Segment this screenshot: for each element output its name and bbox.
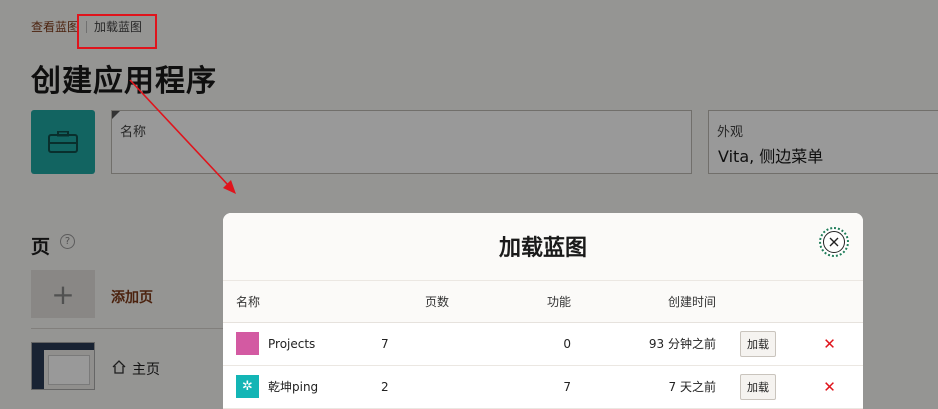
close-icon <box>823 231 845 253</box>
blueprint-table: 名称 页数 功能 创建时间 Projects 7 0 93 分钟之前 加载 ✕ … <box>223 281 863 409</box>
load-button[interactable]: 加载 <box>740 373 776 400</box>
column-header-features[interactable]: 功能 <box>461 281 571 323</box>
gear-icon: ✲ <box>236 375 259 398</box>
blueprint-pages: 2 <box>373 365 461 409</box>
load-blueprint-dialog: 加载蓝图 名称 页数 功能 创建时间 Projects 7 0 93 分钟之前 … <box>223 213 863 409</box>
column-header-delete <box>796 281 863 323</box>
blueprint-name: Projects <box>268 336 316 351</box>
column-header-created[interactable]: 创建时间 <box>571 281 716 323</box>
dialog-header: 加载蓝图 <box>223 213 863 281</box>
table-row: ✲ 乾坤ping 2 7 7 天之前 加载 ✕ <box>223 365 863 409</box>
blueprint-created: 7 天之前 <box>571 365 716 409</box>
blueprint-created: 93 分钟之前 <box>571 322 716 366</box>
delete-icon[interactable]: ✕ <box>823 335 836 353</box>
blueprint-color-swatch <box>236 332 259 355</box>
blueprint-name: 乾坤ping <box>268 380 319 394</box>
table-row: Projects 7 0 93 分钟之前 加载 ✕ <box>223 322 863 366</box>
close-button[interactable] <box>819 227 849 257</box>
blueprint-features: 7 <box>461 365 571 409</box>
blueprint-features: 0 <box>461 322 571 366</box>
blueprint-pages: 7 <box>373 322 461 366</box>
column-header-name[interactable]: 名称 <box>223 281 373 323</box>
column-header-pages[interactable]: 页数 <box>373 281 461 323</box>
delete-icon[interactable]: ✕ <box>823 378 836 396</box>
load-button[interactable]: 加载 <box>740 330 776 357</box>
table-header-row: 名称 页数 功能 创建时间 <box>223 281 863 323</box>
dialog-title: 加载蓝图 <box>498 236 587 261</box>
column-header-load <box>716 281 796 323</box>
